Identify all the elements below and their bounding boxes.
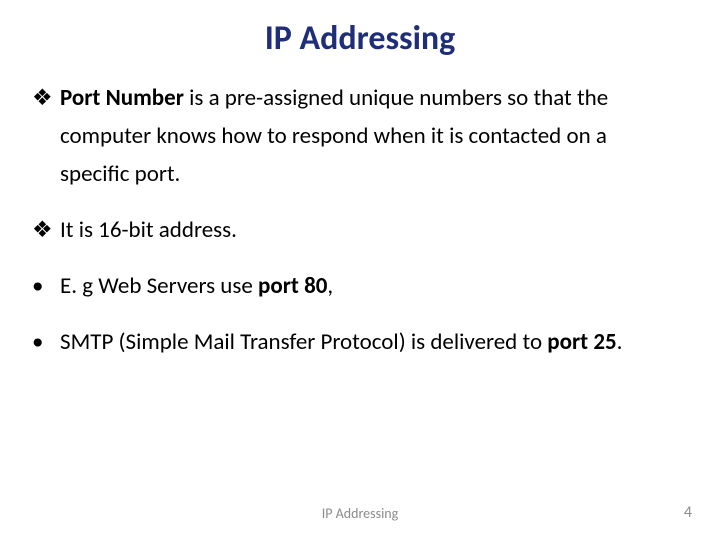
- text: SMTP (Simple Mail Transfer Protocol) is …: [60, 328, 547, 356]
- bullet-16bit: It is 16-bit address.: [32, 212, 680, 250]
- text: E. g Web Servers use: [60, 272, 258, 300]
- text: ,: [327, 272, 333, 300]
- slide-body: Port Number is a pre-assigned unique num…: [32, 80, 680, 380]
- bullet-webserver: E. g Web Servers use port 80,: [32, 268, 680, 306]
- text-bold: port 25: [547, 328, 616, 356]
- bullet-port-number: Port Number is a pre-assigned unique num…: [32, 80, 680, 194]
- slide-title: IP Addressing: [0, 18, 720, 59]
- bullet-lead-bold: Port Number: [60, 84, 184, 112]
- text-bold: port 80: [258, 272, 327, 300]
- page-number: 4: [684, 503, 692, 522]
- bullet-smtp: SMTP (Simple Mail Transfer Protocol) is …: [32, 324, 680, 362]
- slide: IP Addressing Port Number is a pre-assig…: [0, 0, 720, 540]
- footer-title: IP Addressing: [0, 505, 720, 522]
- text: .: [617, 328, 623, 356]
